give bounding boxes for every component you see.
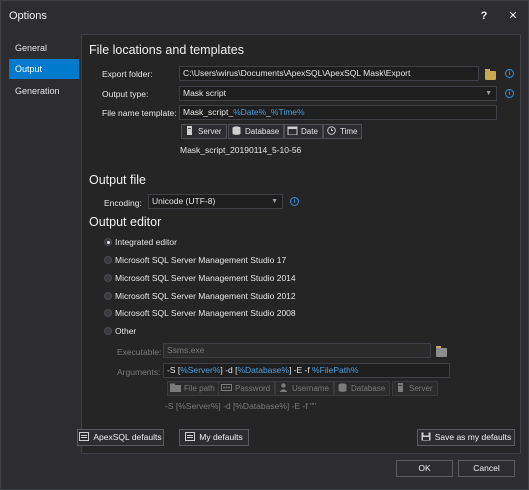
insert-file-path-button[interactable]: File path	[167, 381, 220, 396]
window-title: Options	[9, 10, 47, 22]
output-type-label: Output type:	[102, 89, 149, 99]
integrated-editor-label[interactable]: Integrated editor	[115, 237, 177, 247]
radio-ssms-2012[interactable]	[104, 292, 112, 300]
insert-date-button[interactable]: Date	[284, 124, 323, 139]
radio-ssms-2014[interactable]	[104, 274, 112, 282]
file-name-template-label: File name template:	[102, 108, 177, 118]
sidebar-item-general[interactable]: General	[9, 38, 79, 58]
insert-database-label: Database	[245, 127, 280, 136]
encoding-info-icon[interactable]: i	[290, 197, 299, 206]
database-icon	[338, 383, 347, 392]
insert-server-label: Server	[198, 127, 222, 136]
output-type-value: Mask script	[183, 88, 226, 98]
arg-s-flag: -S	[167, 365, 178, 375]
encoding-value: Unicode (UTF-8)	[152, 196, 216, 206]
my-defaults-button[interactable]: My defaults	[179, 429, 249, 446]
calendar-icon	[287, 126, 298, 135]
user-icon	[279, 383, 288, 392]
folder-icon	[170, 383, 181, 392]
sidebar-item-generation[interactable]: Generation	[9, 81, 79, 101]
insert-username-button[interactable]: Username	[275, 381, 334, 396]
chevron-down-icon: ▼	[485, 90, 492, 97]
encoding-label: Encoding:	[104, 198, 142, 208]
arguments-input[interactable]: -S [%Server%] -d [%Database%] -E -f %Fil…	[163, 363, 450, 378]
radio-integrated-editor[interactable]	[104, 238, 112, 246]
ssms-2012-label[interactable]: Microsoft SQL Server Management Studio 2…	[115, 291, 296, 301]
arg-d-flag: -d	[222, 365, 236, 375]
insert-database-button[interactable]: Database	[228, 124, 285, 139]
password-icon	[221, 384, 232, 391]
help-button[interactable]: ?	[475, 7, 493, 25]
ok-button[interactable]: OK	[396, 460, 453, 477]
export-folder-input[interactable]: C:\Users\wirus\Documents\ApexSQL\ApexSQL…	[179, 66, 479, 81]
insert-arg-server-button[interactable]: Server	[392, 381, 438, 396]
browse-folder-icon[interactable]	[485, 69, 496, 80]
insert-server-button[interactable]: Server	[181, 124, 227, 139]
options-panel: File locations and templates Export fold…	[81, 34, 521, 454]
executable-label: Executable:	[117, 347, 162, 357]
sidebar: General Output Generation	[9, 38, 79, 103]
ssms-17-label[interactable]: Microsoft SQL Server Management Studio 1…	[115, 255, 286, 265]
insert-password-label: Password	[235, 384, 271, 393]
server-icon	[398, 383, 403, 392]
database-icon	[232, 126, 241, 135]
template-date-token: %Date%	[233, 107, 267, 117]
executable-input[interactable]: Ssms.exe	[163, 343, 431, 358]
insert-username-label: Username	[292, 384, 329, 393]
title-bar: Options ? ✕	[1, 1, 528, 31]
arg-database-token: %Database%	[237, 365, 289, 375]
radio-other[interactable]	[104, 327, 112, 335]
my-defaults-label: My defaults	[199, 432, 243, 442]
radio-ssms-17[interactable]	[104, 256, 112, 264]
encoding-select[interactable]: Unicode (UTF-8) ▼	[148, 194, 283, 209]
cancel-button[interactable]: Cancel	[458, 460, 515, 477]
insert-time-button[interactable]: Time	[323, 124, 363, 139]
arg-ef-flag: -E -f	[291, 365, 313, 375]
output-type-select[interactable]: Mask script ▼	[179, 86, 497, 101]
template-time-token: %Time%	[270, 107, 305, 117]
radio-ssms-2008[interactable]	[104, 309, 112, 317]
insert-arg-database-button[interactable]: Database	[334, 381, 391, 396]
clock-icon	[327, 126, 336, 135]
insert-date-label: Date	[301, 127, 318, 136]
browse-executable-icon[interactable]	[436, 346, 447, 357]
file-name-template-input[interactable]: Mask_script_%Date%_%Time%	[179, 105, 497, 120]
export-folder-label: Export folder:	[102, 69, 153, 79]
insert-password-button[interactable]: Password	[218, 381, 276, 396]
insert-time-label: Time	[340, 127, 358, 136]
arg-filepath-token: %FilePath%	[312, 365, 359, 375]
save-icon	[421, 432, 431, 441]
server-icon	[187, 126, 192, 135]
close-button[interactable]: ✕	[504, 7, 522, 25]
arg-server-token: %Server%	[180, 365, 221, 375]
output-editor-heading: Output editor	[89, 215, 162, 229]
ssms-2008-label[interactable]: Microsoft SQL Server Management Studio 2…	[115, 308, 296, 318]
apexsql-defaults-label: ApexSQL defaults	[93, 432, 162, 442]
output-file-heading: Output file	[89, 173, 146, 187]
other-label[interactable]: Other	[115, 326, 136, 336]
file-name-preview: Mask_script_20190114_5-10-56	[180, 145, 302, 155]
arguments-label: Arguments:	[117, 367, 161, 377]
arguments-preview: -S [%Server%] -d [%Database%] -E -f ""	[165, 401, 317, 411]
apexsql-defaults-button[interactable]: ApexSQL defaults	[77, 429, 164, 446]
insert-arg-server-label: Server	[409, 384, 433, 393]
save-as-my-defaults-label: Save as my defaults	[434, 432, 512, 442]
output-type-info-icon[interactable]: i	[505, 89, 514, 98]
insert-file-path-label: File path	[184, 384, 215, 393]
insert-arg-database-label: Database	[351, 384, 386, 393]
export-folder-info-icon[interactable]: i	[505, 69, 514, 78]
sidebar-item-output[interactable]: Output	[9, 59, 79, 79]
options-window: Options ? ✕ General Output Generation Fi…	[0, 0, 529, 490]
template-prefix: Mask_script_	[183, 107, 234, 117]
ssms-2014-label[interactable]: Microsoft SQL Server Management Studio 2…	[115, 273, 296, 283]
defaults-icon	[79, 432, 90, 441]
defaults-icon	[185, 432, 196, 441]
chevron-down-icon: ▼	[271, 198, 278, 205]
file-locations-heading: File locations and templates	[89, 43, 244, 57]
save-as-my-defaults-button[interactable]: Save as my defaults	[417, 429, 515, 446]
